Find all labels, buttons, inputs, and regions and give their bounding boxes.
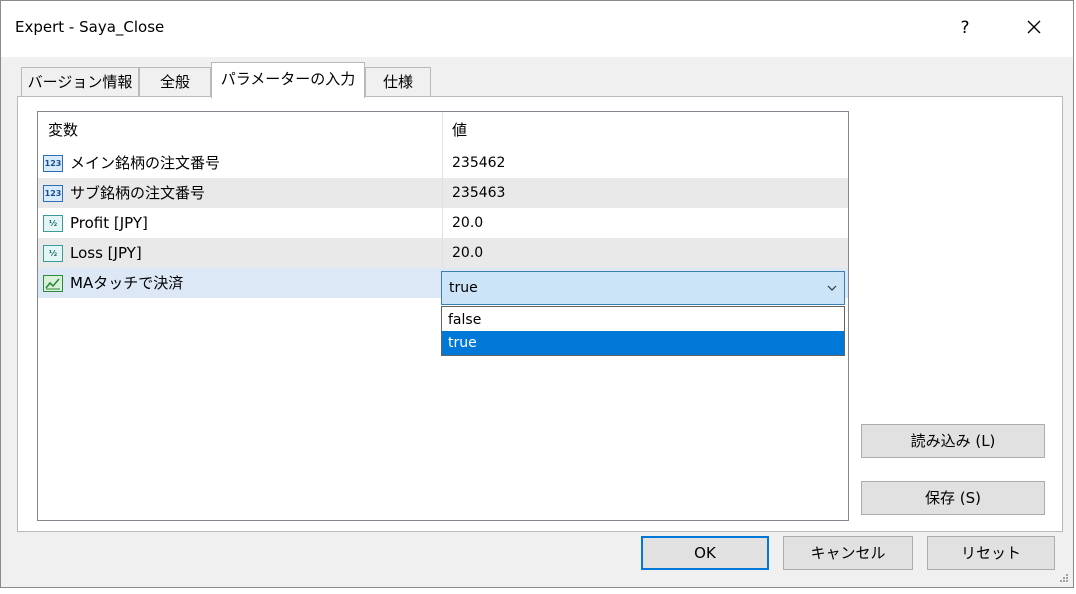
background-strip bbox=[0, 588, 1076, 594]
resize-grip-icon[interactable] bbox=[1059, 573, 1069, 583]
header-value[interactable]: 値 bbox=[442, 112, 846, 148]
tab-general[interactable]: 全般 bbox=[139, 67, 211, 97]
row-name: メイン銘柄の注文番号 bbox=[70, 154, 221, 172]
header-variable[interactable]: 変数 bbox=[38, 112, 442, 148]
row-value[interactable]: 20.0 bbox=[442, 238, 846, 268]
window-title: Expert - Saya_Close bbox=[15, 18, 165, 36]
chevron-down-icon[interactable] bbox=[826, 282, 838, 294]
load-button[interactable]: 読み込み (L) bbox=[861, 424, 1045, 458]
expert-dialog: Expert - Saya_Close ? バージョン情報 全般 パラメーターの… bbox=[0, 0, 1074, 588]
title-bar: Expert - Saya_Close ? bbox=[1, 1, 1073, 57]
row-value[interactable]: 20.0 bbox=[442, 208, 846, 238]
tab-version-info[interactable]: バージョン情報 bbox=[21, 67, 139, 97]
reset-button[interactable]: リセット bbox=[927, 536, 1055, 570]
tab-input-parameters[interactable]: パラメーターの入力 bbox=[211, 62, 365, 98]
combobox-value: true bbox=[449, 280, 478, 296]
row-name: サブ銘柄の注文番号 bbox=[70, 184, 206, 202]
table-row[interactable]: ½ Profit [JPY] 20.0 bbox=[38, 208, 848, 238]
option-true[interactable]: true bbox=[442, 331, 844, 355]
combobox-dropdown-list: false true bbox=[441, 306, 845, 356]
close-icon bbox=[1027, 20, 1041, 34]
boolean-value-combobox[interactable]: true bbox=[441, 271, 845, 305]
help-button[interactable]: ? bbox=[953, 13, 977, 43]
tab-dependencies[interactable]: 仕様 bbox=[365, 67, 431, 97]
row-value[interactable]: 235462 bbox=[442, 148, 846, 178]
table-row[interactable]: ½ Loss [JPY] 20.0 bbox=[38, 238, 848, 268]
option-false[interactable]: false bbox=[442, 308, 844, 332]
cancel-button[interactable]: キャンセル bbox=[783, 536, 913, 570]
row-value[interactable]: 235463 bbox=[442, 178, 846, 208]
table-row[interactable]: 123 メイン銘柄の注文番号 235462 bbox=[38, 148, 848, 178]
ok-button[interactable]: OK bbox=[641, 536, 769, 570]
row-name: Loss [JPY] bbox=[70, 244, 142, 262]
save-button[interactable]: 保存 (S) bbox=[861, 481, 1045, 515]
table-row[interactable]: 123 サブ銘柄の注文番号 235463 bbox=[38, 178, 848, 208]
close-button[interactable] bbox=[1019, 11, 1049, 43]
row-name: MAタッチで決済 bbox=[70, 274, 184, 292]
row-name: Profit [JPY] bbox=[70, 214, 148, 232]
grid-header: 変数 値 bbox=[38, 112, 848, 148]
